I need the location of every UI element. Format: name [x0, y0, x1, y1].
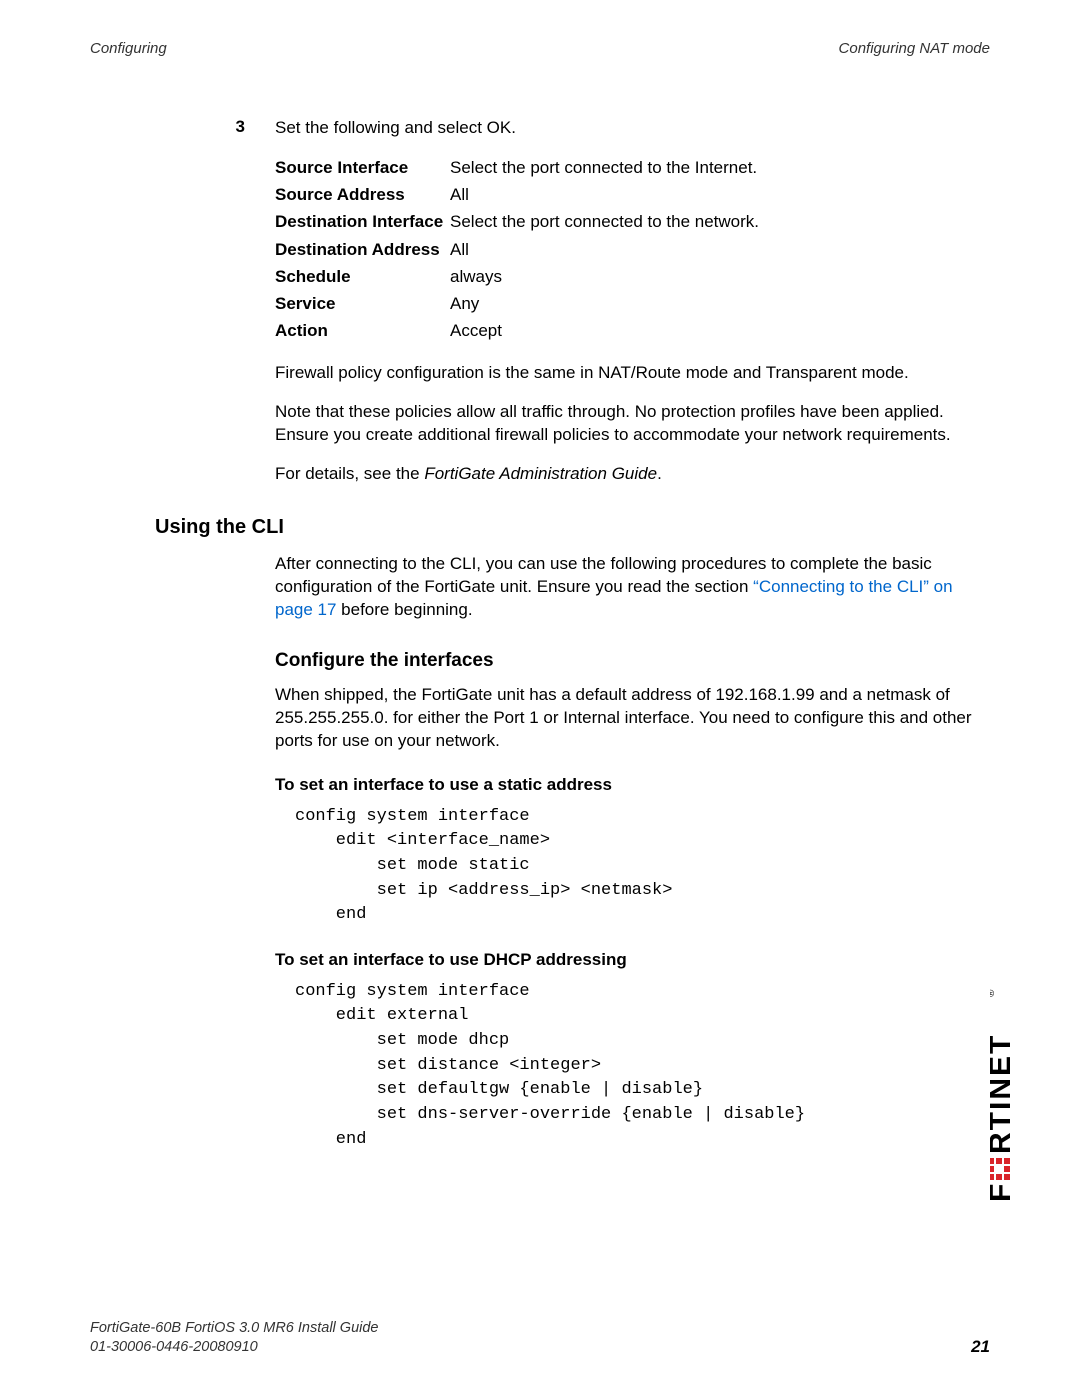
cli-intro: After connecting to the CLI, you can use… — [275, 553, 990, 622]
step-number: 3 — [155, 117, 275, 140]
page-number: 21 — [971, 1337, 990, 1357]
heading-using-cli: Using the CLI — [155, 516, 990, 539]
param-row: Destination InterfaceSelect the port con… — [275, 208, 990, 235]
param-value: Accept — [450, 317, 990, 344]
fortinet-logo-icon: F RTINET ® — [990, 972, 1030, 1217]
text-span: . — [657, 464, 662, 483]
param-value: All — [450, 181, 990, 208]
page-header: Configuring Configuring NAT mode — [90, 40, 990, 57]
fortinet-logo: F RTINET ® — [990, 972, 1030, 1217]
param-label: Service — [275, 290, 450, 317]
param-value: All — [450, 236, 990, 263]
param-row: ActionAccept — [275, 317, 990, 344]
footer-left: FortiGate-60B FortiOS 3.0 MR6 Install Gu… — [90, 1319, 379, 1357]
param-label: Source Interface — [275, 154, 450, 181]
step-row: 3 Set the following and select OK. — [155, 117, 990, 140]
step-text: Set the following and select OK. — [275, 117, 990, 140]
guide-title: FortiGate Administration Guide — [424, 464, 657, 483]
param-value: Select the port connected to the Interne… — [450, 154, 990, 181]
code-block-static: config system interface edit <interface_… — [295, 805, 990, 928]
param-row: Source InterfaceSelect the port connecte… — [275, 154, 990, 181]
code-block-dhcp: config system interface edit external se… — [295, 980, 990, 1152]
note-paragraph: Note that these policies allow all traff… — [275, 401, 990, 447]
heading-configure-interfaces: Configure the interfaces — [275, 650, 990, 672]
text-span: For details, see the — [275, 464, 424, 483]
task-heading-dhcp: To set an interface to use DHCP addressi… — [275, 950, 990, 970]
task-heading-static: To set an interface to use a static addr… — [275, 775, 990, 795]
configure-interfaces-text: When shipped, the FortiGate unit has a d… — [275, 684, 990, 753]
svg-text:®: ® — [990, 989, 997, 997]
param-row: ServiceAny — [275, 290, 990, 317]
header-right: Configuring NAT mode — [839, 40, 990, 57]
header-left: Configuring — [90, 40, 167, 57]
cli-intro-block: After connecting to the CLI, you can use… — [275, 553, 990, 622]
param-row: Destination AddressAll — [275, 236, 990, 263]
param-label: Schedule — [275, 263, 450, 290]
note-paragraph: For details, see the FortiGate Administr… — [275, 463, 990, 486]
content-area: 3 Set the following and select OK. Sourc… — [155, 117, 990, 1152]
note-paragraph: Firewall policy configuration is the sam… — [275, 362, 990, 385]
param-label: Source Address — [275, 181, 450, 208]
page-footer: FortiGate-60B FortiOS 3.0 MR6 Install Gu… — [90, 1319, 990, 1357]
param-value: always — [450, 263, 990, 290]
param-value: Select the port connected to the network… — [450, 208, 990, 235]
page: Configuring Configuring NAT mode 3 Set t… — [0, 0, 1080, 1397]
param-row: Schedulealways — [275, 263, 990, 290]
param-label: Destination Interface — [275, 208, 450, 235]
footer-guide-title: FortiGate-60B FortiOS 3.0 MR6 Install Gu… — [90, 1319, 379, 1338]
param-label: Destination Address — [275, 236, 450, 263]
footer-doc-id: 01-30006-0446-20080910 — [90, 1338, 379, 1357]
param-table: Source InterfaceSelect the port connecte… — [275, 154, 990, 344]
text-span: before beginning. — [336, 600, 472, 619]
param-row: Source AddressAll — [275, 181, 990, 208]
svg-text:RTINET: RTINET — [990, 1034, 1017, 1154]
svg-text:F: F — [990, 1182, 1017, 1202]
params-block: Source InterfaceSelect the port connecte… — [275, 154, 990, 486]
param-label: Action — [275, 317, 450, 344]
param-value: Any — [450, 290, 990, 317]
